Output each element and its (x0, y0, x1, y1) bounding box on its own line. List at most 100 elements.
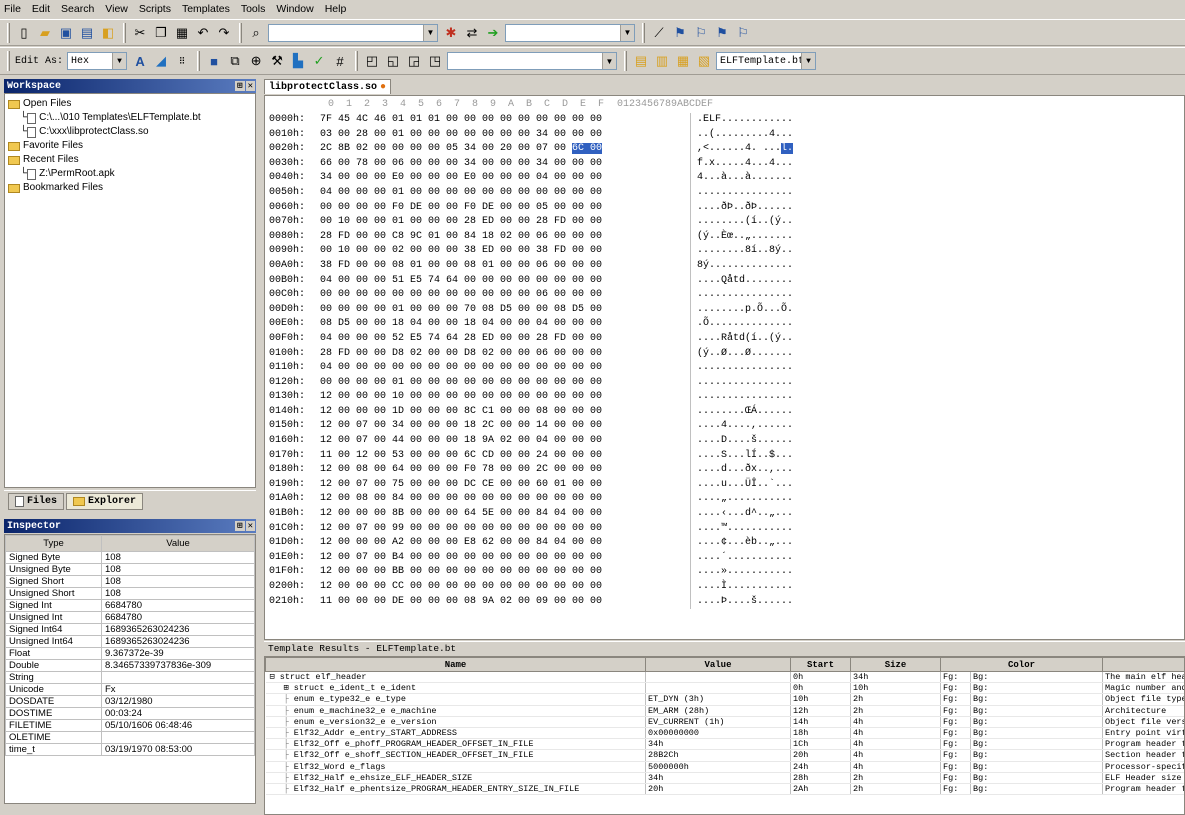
run-script-icon[interactable]: ◰ (363, 52, 381, 70)
hex-bytes[interactable]: 12 00 00 00 BB 00 00 00 00 00 00 00 00 0… (320, 565, 690, 580)
menu-item-templates[interactable]: Templates (182, 3, 230, 15)
template-fg[interactable]: Fg: (940, 693, 971, 706)
chevron-down-icon[interactable]: ▼ (620, 24, 634, 41)
template-bg[interactable]: Bg: (970, 671, 1104, 684)
hex-ascii[interactable]: ................ (690, 185, 830, 201)
hex-ascii[interactable]: ....Þ....š...... (690, 594, 830, 610)
inspector-col-type[interactable]: Type (5, 535, 102, 552)
template-name[interactable]: ├ Elf32_Addr e_entry_START_ADDRESS (265, 727, 646, 740)
inspector-row[interactable]: Signed Byte 108 (5, 551, 255, 564)
hex-row[interactable]: 01C0h: 12 00 07 00 99 00 00 00 00 00 00 0… (265, 521, 845, 537)
menu-item-view[interactable]: View (105, 3, 128, 15)
hex-row[interactable]: 0080h: 28 FD 00 00 C8 9C 01 00 84 18 02 0… (265, 229, 845, 245)
menu-item-edit[interactable]: Edit (32, 3, 50, 15)
template-name[interactable]: ├ Elf32_Off e_shoff_SECTION_HEADER_OFFSE… (265, 749, 646, 762)
menu-item-window[interactable]: Window (276, 3, 313, 15)
hex-bytes[interactable]: 00 00 00 00 00 00 00 00 00 00 00 00 06 0… (320, 288, 690, 303)
hex-row[interactable]: 0170h: 11 00 12 00 53 00 00 00 6C CD 00 0… (265, 448, 845, 464)
inspector-row[interactable]: String (5, 671, 255, 684)
save-all-icon[interactable]: ▤ (78, 24, 96, 42)
hex-ascii[interactable]: (ý..Ø...Ø....... (690, 346, 830, 362)
template-bg[interactable]: Bg: (970, 761, 1104, 773)
hex-row[interactable]: 0200h: 12 00 00 00 CC 00 00 00 00 00 00 0… (265, 580, 845, 595)
hex-row[interactable]: 0160h: 12 00 07 00 44 00 00 00 18 9A 02 0… (265, 434, 845, 449)
hex-bytes[interactable]: 12 00 00 00 10 00 00 00 00 00 00 00 00 0… (320, 390, 690, 405)
template-fg[interactable]: Fg: (940, 738, 971, 751)
hex-bytes[interactable]: 38 FD 00 00 08 01 00 00 08 01 00 00 06 0… (320, 259, 690, 274)
hex-ascii[interactable]: ................ (690, 288, 830, 303)
template-fg[interactable]: Fg: (940, 705, 971, 717)
hex-row[interactable]: 0070h: 00 10 00 00 01 00 00 00 28 ED 00 0… (265, 215, 845, 230)
template-row[interactable]: ⊞ struct e_ident_t e_ident 0h 10h Fg: Bg: Mag… (265, 682, 1184, 695)
template-bg[interactable]: Bg: (970, 682, 1104, 695)
template-fg[interactable]: Fg: (940, 671, 971, 684)
workspace-group[interactable]: Open Files (8, 97, 252, 111)
template-col-start[interactable]: Start (790, 657, 851, 672)
hex-bytes[interactable]: 04 00 00 00 00 00 00 00 00 00 00 00 00 0… (320, 361, 690, 376)
hex-row[interactable]: 01B0h: 12 00 00 00 8B 00 00 00 64 5E 00 0… (265, 507, 845, 522)
save-icon[interactable]: ▣ (57, 24, 75, 42)
template-combo[interactable]: ELFTemplate.bt ▼ (716, 52, 817, 70)
menu-item-help[interactable]: Help (325, 3, 347, 15)
inspector-row[interactable]: OLETIME (5, 731, 255, 744)
compare-icon[interactable]: ⧉ (226, 52, 244, 70)
hex-row[interactable]: 0110h: 04 00 00 00 00 00 00 00 00 00 00 0… (265, 361, 845, 376)
template-name[interactable]: ├ enum e_type32_e e_type (265, 693, 646, 706)
inspector-value[interactable]: 6684780 (101, 611, 255, 624)
template-name[interactable]: ⊞ struct e_ident_t e_ident (265, 682, 646, 695)
menu-item-scripts[interactable]: Scripts (139, 3, 171, 15)
open-template-icon[interactable]: ▦ (674, 52, 692, 70)
hex-row[interactable]: 0120h: 00 00 00 00 01 00 00 00 00 00 00 0… (265, 375, 845, 391)
hash-icon[interactable]: # (331, 52, 349, 70)
template-col-color[interactable]: Color (939, 657, 1104, 672)
hex-ascii[interactable]: ....D....š...... (690, 434, 830, 449)
template-fg[interactable]: Fg: (940, 772, 971, 784)
hex-bytes[interactable]: 03 00 28 00 01 00 00 00 00 00 00 00 34 0… (320, 128, 690, 143)
template-name[interactable]: ├ Elf32_Word e_flags (265, 761, 646, 773)
hex-bytes[interactable]: 12 00 08 00 64 00 00 00 F0 78 00 00 2C 0… (320, 463, 690, 478)
template-bg[interactable]: Bg: (970, 727, 1104, 740)
template-bg[interactable]: Bg: (970, 749, 1104, 762)
pin-icon[interactable]: ⊞ (235, 80, 245, 91)
template-fg[interactable]: Fg: (940, 783, 971, 796)
inspector-row[interactable]: DOSDATE 03/12/1980 (5, 695, 255, 708)
hex-ascii[interactable]: .ELF............ (690, 113, 830, 128)
highlight-icon[interactable]: ◢ (152, 52, 170, 70)
copy-icon[interactable]: ❐ (152, 24, 170, 42)
script-combo[interactable]: ▼ (447, 52, 618, 70)
template-row[interactable]: ├ Elf32_Off e_shoff_SECTION_HEADER_OFFSE… (265, 749, 1184, 762)
hex-row[interactable]: 0050h: 04 00 00 00 01 00 00 00 00 00 00 0… (265, 185, 845, 201)
hex-row[interactable]: 01E0h: 12 00 07 00 B4 00 00 00 00 00 00 0… (265, 550, 845, 566)
hex-ascii[interactable]: ....¢...èb..„... (690, 536, 830, 551)
edit-script-icon[interactable]: ◳ (426, 52, 444, 70)
inspector-value[interactable]: 9.367372e-39 (101, 647, 255, 660)
select-all-icon[interactable]: ■ (205, 52, 223, 70)
checksum-icon[interactable]: ✓ (310, 52, 328, 70)
hex-row[interactable]: 0020h: 2C 8B 02 00 00 00 00 05 34 00 20 0… (265, 142, 845, 157)
hex-bytes[interactable]: 12 00 00 00 8B 00 00 00 64 5E 00 00 84 0… (320, 507, 690, 522)
hex-ascii[interactable]: ........8í..8ý.. (690, 244, 830, 259)
template-bg[interactable]: Bg: (970, 693, 1104, 706)
paste-icon[interactable]: ▦ (173, 24, 191, 42)
calculator-icon[interactable]: ⊕ (247, 52, 265, 70)
hex-ascii[interactable]: ....´........... (690, 550, 830, 566)
hex-row[interactable]: 0030h: 66 00 78 00 06 00 00 00 34 00 00 0… (265, 156, 845, 172)
hex-row[interactable]: 01D0h: 12 00 00 00 A2 00 00 00 E8 62 00 0… (265, 536, 845, 551)
inspector-col-value[interactable]: Value (101, 535, 255, 552)
hex-bytes[interactable]: 12 00 07 00 99 00 00 00 00 00 00 00 00 0… (320, 522, 690, 537)
hex-bytes[interactable]: 00 00 00 00 01 00 00 00 00 00 00 00 00 0… (320, 376, 690, 391)
hex-ascii[interactable]: (ý..Èœ..„....... (690, 229, 830, 245)
hex-row[interactable]: 01A0h: 12 00 08 00 84 00 00 00 00 00 00 0… (265, 492, 845, 508)
inspector-value[interactable]: 108 (101, 587, 255, 600)
hex-ascii[interactable]: ................ (690, 375, 830, 391)
undo-icon[interactable]: ↶ (194, 24, 212, 42)
inspector-value[interactable]: Fx (101, 683, 255, 696)
inspector-row[interactable]: Unsigned Int 6684780 (5, 611, 255, 624)
hex-ascii[interactable]: ,<......4. ...l. (690, 142, 830, 157)
hex-selection[interactable]: 6C 00 (572, 143, 603, 155)
hex-bytes[interactable]: 08 D5 00 00 18 04 00 00 18 04 00 00 04 0… (320, 317, 690, 332)
tab-document[interactable]: libprotectClass.so ● (264, 79, 392, 94)
goto-combo[interactable]: ▼ (505, 23, 635, 42)
menu-item-file[interactable]: File (4, 3, 21, 15)
script-icon[interactable]: ⟋ (650, 24, 668, 42)
